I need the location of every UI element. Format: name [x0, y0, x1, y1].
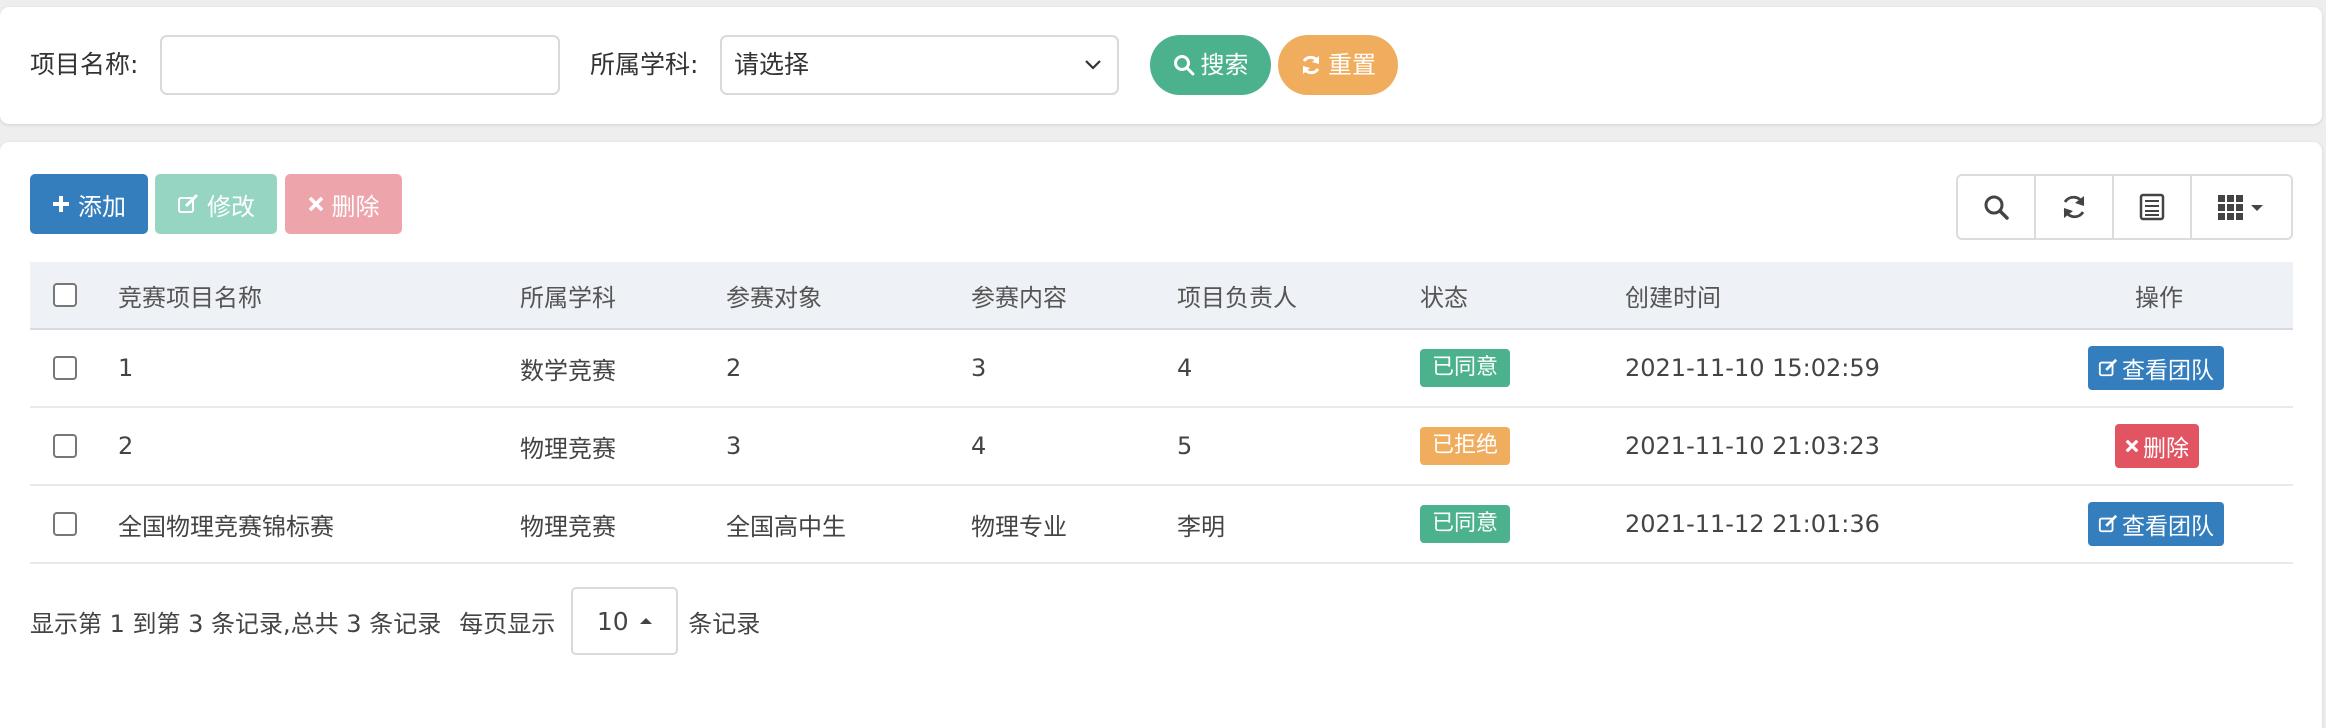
view-team-label: 查看团队 [2122, 514, 2214, 540]
times-icon [2125, 439, 2139, 453]
select-all-checkbox[interactable] [53, 283, 77, 307]
cell-target: 全国高中生 [726, 512, 846, 541]
columns-button[interactable] [2192, 176, 2291, 238]
project-name-input[interactable] [160, 35, 560, 95]
cell-target: 3 [726, 432, 742, 460]
toggle-search-button[interactable] [1958, 176, 2037, 238]
project-table: 竞赛项目名称 所属学科 参赛对象 参赛内容 项目负责人 状态 创建时间 操作 1… [30, 262, 2293, 564]
cell-name: 全国物理竞赛锦标赛 [118, 512, 334, 541]
table-panel: 添加 修改 删除 竞赛项目名称 所属学科 参赛对象 参赛内容 项目负责人 状态 … [0, 142, 2322, 728]
header-actions: 操作 [2135, 283, 2183, 312]
search-panel: 项目名称: 所属学科: 请选择 搜索 重置 [0, 7, 2322, 124]
pagination-summary: 显示第 1 到第 3 条记录,总共 3 条记录 [30, 609, 442, 638]
search-icon [1173, 55, 1194, 76]
plus-icon [53, 196, 69, 212]
cell-created: 2021-11-10 15:02:59 [1625, 354, 1880, 382]
per-page-prefix: 每页显示 [459, 609, 556, 638]
chevron-down-icon [1085, 60, 1101, 70]
status-badge: 已拒绝 [1420, 427, 1511, 465]
delete-button-label: 删除 [331, 192, 380, 221]
status-badge: 已同意 [1420, 349, 1511, 387]
cell-created: 2021-11-10 21:03:23 [1625, 432, 1880, 460]
edit-icon [2098, 514, 2118, 533]
table-row: 2 物理竞赛 3 4 5 已拒绝 2021-11-10 21:03:23 删除 [30, 408, 2293, 486]
add-button[interactable]: 添加 [30, 174, 148, 234]
header-content[interactable]: 参赛内容 [971, 262, 1067, 328]
header-leader[interactable]: 项目负责人 [1177, 262, 1297, 328]
caret-up-icon [639, 618, 652, 624]
header-subject[interactable]: 所属学科 [520, 262, 616, 328]
search-button[interactable]: 搜索 [1150, 35, 1271, 95]
project-name-label: 项目名称: [30, 50, 139, 79]
reset-button[interactable]: 重置 [1278, 35, 1398, 95]
reset-button-label: 重置 [1328, 51, 1376, 79]
list-icon [2139, 193, 2165, 221]
refresh-icon [2063, 195, 2085, 219]
cell-leader: 5 [1177, 432, 1193, 460]
page-size-dropdown[interactable]: 10 [571, 587, 679, 655]
cell-name: 2 [118, 432, 134, 460]
header-name[interactable]: 竞赛项目名称 [118, 262, 262, 328]
cell-content: 物理专业 [971, 512, 1067, 541]
view-team-button[interactable]: 查看团队 [2088, 502, 2224, 546]
header-created[interactable]: 创建时间 [1625, 262, 1721, 328]
refresh-icon [1302, 55, 1320, 75]
view-team-label: 查看团队 [2122, 358, 2214, 384]
cell-subject: 物理竞赛 [520, 512, 616, 541]
toggle-view-button[interactable] [2114, 176, 2193, 238]
page-size-value: 10 [596, 606, 629, 636]
edit-icon [2098, 358, 2118, 377]
cell-leader: 4 [1177, 354, 1193, 382]
search-button-label: 搜索 [1200, 51, 1249, 79]
edit-icon [178, 193, 199, 213]
cell-created: 2021-11-12 21:01:36 [1625, 510, 1880, 538]
subject-select-value: 请选择 [734, 50, 810, 79]
search-icon [1984, 195, 2009, 220]
delete-row-button[interactable]: 删除 [2115, 424, 2199, 468]
delete-row-label: 删除 [2143, 436, 2189, 462]
header-target[interactable]: 参赛对象 [726, 262, 822, 328]
subject-select[interactable]: 请选择 [720, 35, 1119, 95]
header-status[interactable]: 状态 [1420, 262, 1468, 328]
cell-leader: 李明 [1177, 512, 1225, 541]
subject-label: 所属学科: [590, 50, 699, 79]
refresh-table-button[interactable] [2036, 176, 2115, 238]
cell-target: 2 [726, 354, 742, 382]
delete-button[interactable]: 删除 [285, 174, 402, 234]
cell-name: 1 [118, 354, 134, 382]
edit-button[interactable]: 修改 [155, 174, 277, 234]
status-badge: 已同意 [1420, 505, 1511, 543]
grid-icon [2217, 195, 2263, 220]
view-team-button[interactable]: 查看团队 [2088, 346, 2224, 390]
edit-button-label: 修改 [207, 192, 255, 221]
table-tools [1956, 174, 2293, 240]
pagination: 显示第 1 到第 3 条记录,总共 3 条记录 每页显示 10 条记录 [30, 587, 760, 655]
table-row: 全国物理竞赛锦标赛 物理竞赛 全国高中生 物理专业 李明 已同意 2021-11… [30, 486, 2293, 564]
cell-content: 3 [971, 354, 987, 382]
row-checkbox[interactable] [53, 356, 77, 380]
cell-subject: 物理竞赛 [520, 434, 616, 463]
per-page-suffix: 条记录 [688, 609, 761, 638]
times-icon [308, 196, 323, 212]
cell-content: 4 [971, 432, 987, 460]
cell-subject: 数学竞赛 [520, 356, 616, 385]
row-checkbox[interactable] [53, 512, 77, 536]
row-checkbox[interactable] [53, 434, 77, 458]
add-button-label: 添加 [78, 192, 126, 221]
table-header: 竞赛项目名称 所属学科 参赛对象 参赛内容 项目负责人 状态 创建时间 操作 [30, 262, 2293, 330]
table-row: 1 数学竞赛 2 3 4 已同意 2021-11-10 15:02:59 查看团… [30, 330, 2293, 408]
